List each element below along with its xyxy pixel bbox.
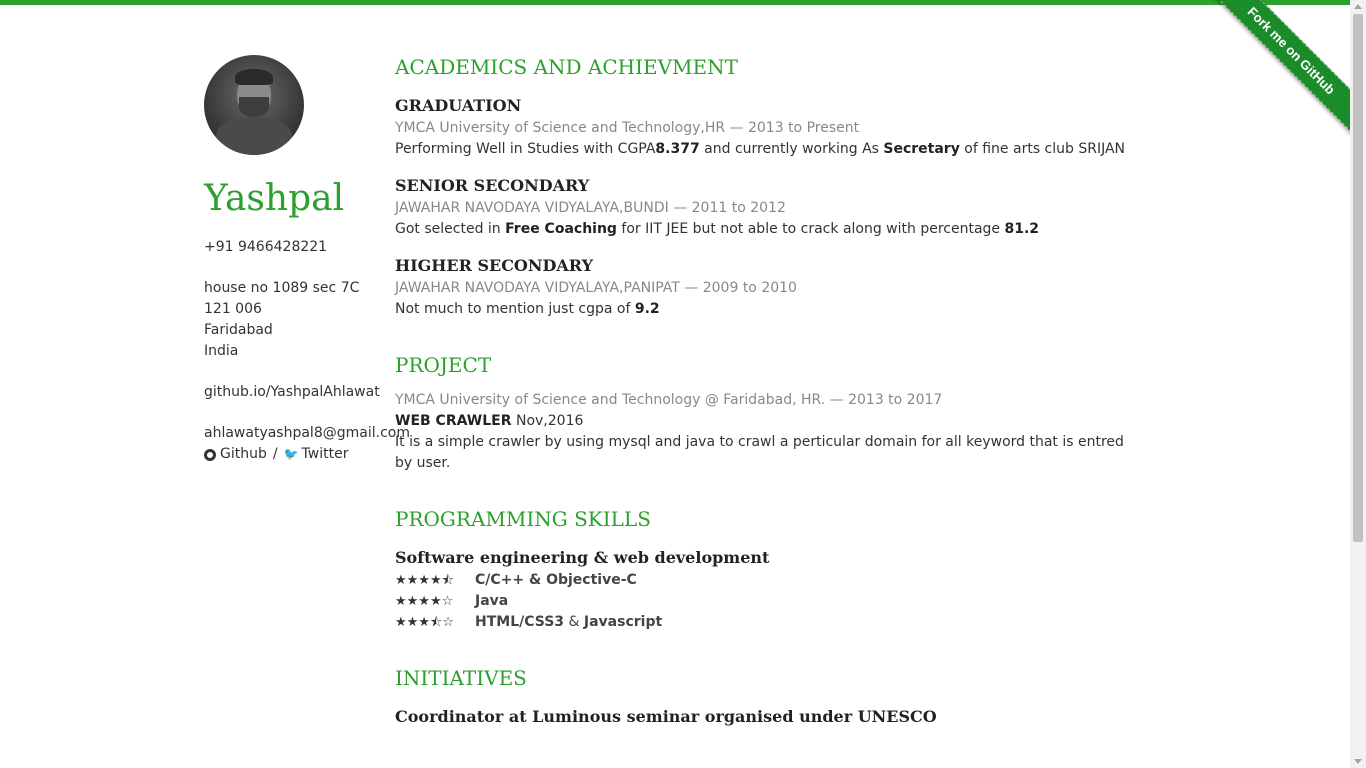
- entry-meta: YMCA University of Science and Technolog…: [395, 120, 860, 136]
- entry-meta: JAWAHAR NAVODAYA VIDYALAYA,PANIPAT — 200…: [395, 280, 797, 296]
- profile-sidebar: Yashpal +91 9466428221 house no 1089 sec…: [204, 55, 410, 465]
- address-line: India: [204, 343, 239, 359]
- project-entry: YMCA University of Science and Technolog…: [395, 390, 1135, 474]
- skill-name: Java: [475, 593, 509, 609]
- entry-title: GRADUATION: [395, 96, 522, 115]
- initiative-title: Coordinator at Luminous seminar organise…: [395, 707, 937, 726]
- project-date: Nov,2016: [511, 413, 584, 429]
- address-line: 121 006: [204, 301, 262, 317]
- github-ribbon[interactable]: Fork me on GitHub: [1200, 0, 1350, 150]
- github-icon: [204, 448, 216, 461]
- project-name: WEB CRAWLER: [395, 413, 512, 429]
- entry-description: Not much to mention just cgpa of 9.2: [395, 301, 660, 317]
- project-title: WEB CRAWLER Nov,2016: [395, 411, 1135, 432]
- social-links: Github / 🐦 Twitter: [204, 444, 389, 465]
- twitter-icon: 🐦: [283, 447, 299, 461]
- resume-main: ACADEMICS AND ACHIEVMENT GRADUATION YMCA…: [395, 52, 1135, 729]
- avatar: [204, 55, 304, 155]
- top-accent-bar: [0, 0, 1350, 5]
- section-title-academics: ACADEMICS AND ACHIEVMENT: [395, 55, 738, 79]
- skill-row: ★★★⯪☆ HTML/CSS3 & Javascript: [395, 612, 1135, 633]
- skill-row: ★★★★☆ Java: [395, 591, 1135, 612]
- section-title-skills: PROGRAMMING SKILLS: [395, 507, 651, 531]
- entry-title: HIGHER SECONDARY: [395, 256, 594, 275]
- skill-row: ★★★★⯪ C/C++ & Objective-C: [395, 570, 1135, 591]
- entry-description: Got selected in Free Coaching for IIT JE…: [395, 221, 1040, 237]
- fork-on-github-link[interactable]: Fork me on GitHub: [1206, 0, 1350, 136]
- website-link[interactable]: github.io/YashpalAhlawat: [204, 382, 389, 403]
- project-description: It is a simple crawler by using mysql an…: [395, 434, 1124, 471]
- education-entry: HIGHER SECONDARY JAWAHAR NAVODAYA VIDYAL…: [395, 254, 1135, 320]
- star-rating-icon: ★★★★⯪: [395, 573, 454, 588]
- scroll-up-icon[interactable]: [1354, 4, 1362, 9]
- skill-name: C/C++ & Objective-C: [475, 572, 637, 588]
- address-line: house no 1089 sec 7C: [204, 280, 360, 296]
- education-entry: SENIOR SECONDARY JAWAHAR NAVODAYA VIDYAL…: [395, 174, 1135, 240]
- profile-name: Yashpal: [204, 178, 345, 219]
- section-title-initiatives: INITIATIVES: [395, 666, 527, 690]
- star-rating-icon: ★★★⯪☆: [395, 615, 454, 630]
- address-line: Faridabad: [204, 322, 273, 338]
- skill-name: HTML/CSS3 & Javascript: [475, 614, 663, 630]
- section-title-project: PROJECT: [395, 353, 492, 377]
- education-entry: GRADUATION YMCA University of Science an…: [395, 94, 1135, 160]
- star-rating-icon: ★★★★☆: [395, 594, 454, 609]
- twitter-link[interactable]: Twitter: [302, 444, 349, 465]
- github-link[interactable]: Github: [220, 444, 267, 465]
- entry-meta: JAWAHAR NAVODAYA VIDYALAYA,BUNDI — 2011 …: [395, 200, 786, 216]
- skill-group-title: Software engineering & web development: [395, 548, 770, 567]
- email-link[interactable]: ahlawatyashpal8@gmail.com: [204, 423, 410, 444]
- separator: /: [272, 446, 278, 462]
- scroll-thumb[interactable]: [1353, 14, 1363, 542]
- scrollbar[interactable]: [1350, 0, 1366, 768]
- address: house no 1089 sec 7C 121 006 Faridabad I…: [204, 278, 389, 362]
- phone-number: +91 9466428221: [204, 239, 328, 255]
- entry-title: SENIOR SECONDARY: [395, 176, 590, 195]
- entry-description: Performing Well in Studies with CGPA8.37…: [395, 141, 1126, 157]
- scroll-down-icon[interactable]: [1354, 759, 1362, 764]
- project-meta: YMCA University of Science and Technolog…: [395, 392, 943, 408]
